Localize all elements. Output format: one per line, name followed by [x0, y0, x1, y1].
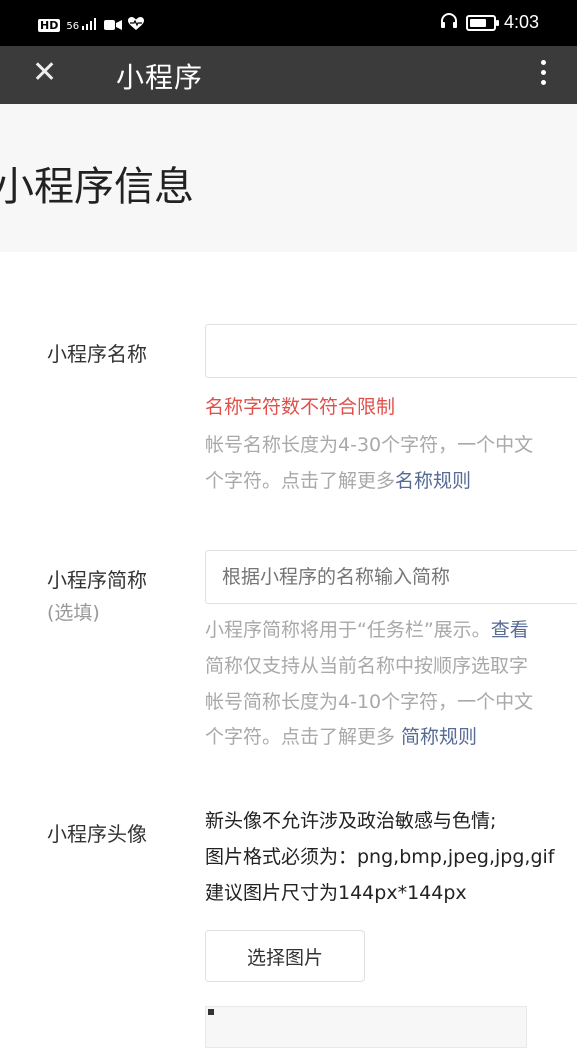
name-help-text: 个字符。点击了解更多: [205, 470, 396, 492]
name-rules-link[interactable]: 名称规则: [395, 470, 471, 492]
battery-fill: [469, 18, 486, 27]
status-bar: HD 56 4:03: [0, 0, 577, 46]
short-name-help-line3: 帐号简称长度为4-10个字符，一个中文: [205, 691, 534, 713]
page-title: 小程序信息: [0, 164, 194, 210]
hd-badge: HD: [38, 19, 61, 32]
avatar-preview: [205, 1006, 527, 1048]
short-name-rules-link[interactable]: 简称规则: [401, 726, 477, 748]
signal-label: 56: [66, 21, 80, 32]
name-label: 小程序名称: [47, 342, 147, 366]
clock: 4:03: [503, 12, 539, 32]
choose-image-button[interactable]: 选择图片: [205, 930, 365, 982]
kebab-icon[interactable]: [541, 60, 547, 90]
page-header: 小程序信息: [0, 104, 577, 252]
short-name-help-line4: 个字符。点击了解更多 简称规则: [205, 720, 477, 754]
avatar-rule-1: 新头像不允许涉及政治敏感与色情;: [205, 810, 497, 832]
status-left: HD 56: [38, 16, 145, 35]
short-name-help-text4: 个字符。点击了解更多: [205, 726, 402, 748]
short-name-optional: (选填): [47, 602, 100, 624]
short-name-help-line2: 简称仅支持从当前名称中按顺序选取字: [205, 655, 529, 677]
avatar-rule-3: 建议图片尺寸为144px*144px: [205, 882, 467, 904]
headphones-icon: [440, 12, 458, 33]
avatar-rule-2: 图片格式必须为：png,bmp,jpeg,jpg,gif: [205, 846, 555, 868]
short-name-label: 小程序简称: [47, 568, 147, 592]
short-name-help-line1: 小程序简称将用于“任务栏”展示。查看: [205, 613, 529, 647]
close-icon[interactable]: ✕: [32, 58, 57, 88]
name-input[interactable]: [205, 324, 577, 378]
battery-icon: [465, 14, 499, 31]
window-title: 小程序: [116, 61, 204, 94]
avatar-label: 小程序头像: [47, 822, 147, 846]
preview-marker: [208, 1009, 214, 1015]
short-name-help-text1: 小程序简称将用于“任务栏”展示。: [205, 619, 491, 641]
short-name-input[interactable]: [205, 550, 577, 604]
name-help-line1: 帐号名称长度为4-30个字符，一个中文: [205, 434, 534, 456]
signal-icon: 56: [66, 18, 98, 33]
view-link[interactable]: 查看: [491, 619, 529, 641]
title-bar: ✕ 小程序: [0, 46, 577, 104]
heart-health-icon: [128, 16, 145, 35]
name-error: 名称字符数不符合限制: [205, 396, 396, 418]
name-help-line2: 个字符。点击了解更多名称规则: [205, 464, 471, 498]
video-icon: [104, 16, 123, 35]
status-right: 4:03: [440, 12, 539, 33]
